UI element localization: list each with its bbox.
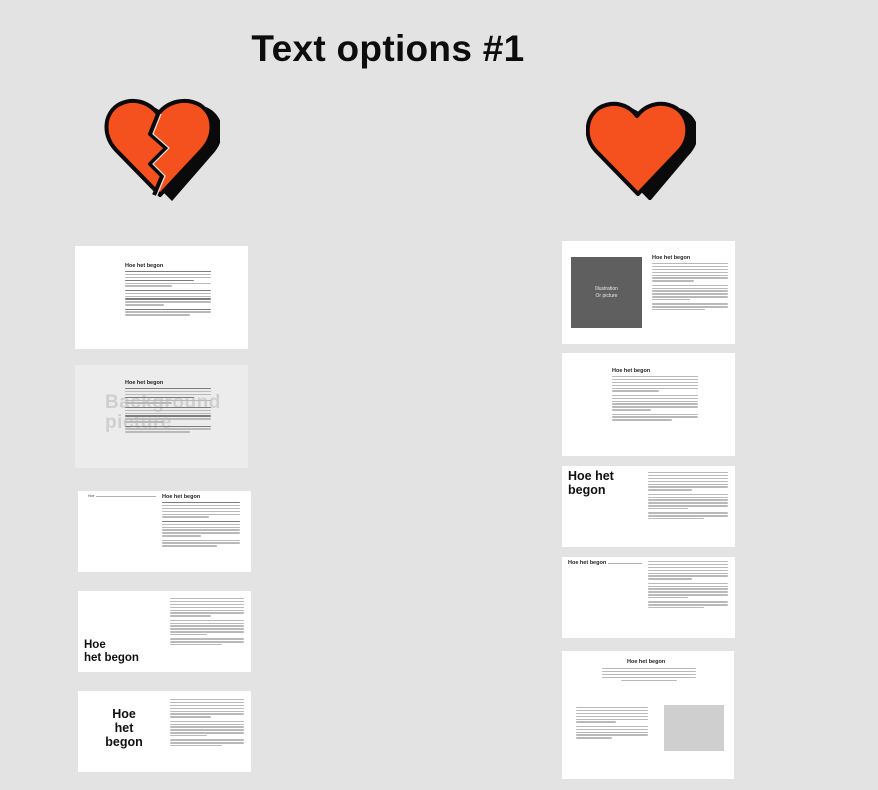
left-card-2[interactable]: Background picture Hoe het begon [75, 365, 248, 468]
card-heading: Hoe het begon [125, 263, 164, 269]
left-card-5[interactable]: Hoe het begon [78, 691, 251, 772]
broken-heart-icon [104, 98, 220, 201]
card-heading: Hoe het begon [568, 469, 614, 497]
left-card-3[interactable]: Hoe Hoe het begon [78, 491, 251, 572]
card-heading: Hoe het begon [627, 659, 666, 665]
left-card-1[interactable]: Hoe het begon [75, 246, 248, 349]
card-heading: Hoe het begon [568, 560, 607, 566]
card-heading: Hoe het begon [652, 255, 691, 261]
right-card-3[interactable]: Hoe het begon [562, 466, 735, 547]
right-card-1[interactable]: Illustration Or picture Hoe het begon [562, 241, 735, 344]
divider-line [96, 496, 156, 497]
page-title: Text options #1 [251, 28, 525, 69]
heart-icon [586, 101, 696, 200]
card-heading: Hoe het begon [84, 639, 139, 664]
image-placeholder [664, 705, 724, 751]
card-heading: Hoe het begon [162, 494, 201, 500]
right-card-5[interactable]: Hoe het begon [562, 651, 734, 779]
right-card-4[interactable]: Hoe het begon [562, 557, 735, 638]
card-heading: Hoe het begon [612, 368, 651, 374]
illustration-placeholder: Illustration Or picture [571, 257, 642, 328]
side-label: Hoe [88, 494, 95, 498]
right-card-2[interactable]: Hoe het begon [562, 353, 735, 456]
card-heading: Hoe het begon [105, 707, 143, 749]
left-card-4[interactable]: Hoe het begon [78, 591, 251, 672]
divider-line [608, 563, 642, 564]
card-heading: Hoe het begon [125, 380, 164, 386]
